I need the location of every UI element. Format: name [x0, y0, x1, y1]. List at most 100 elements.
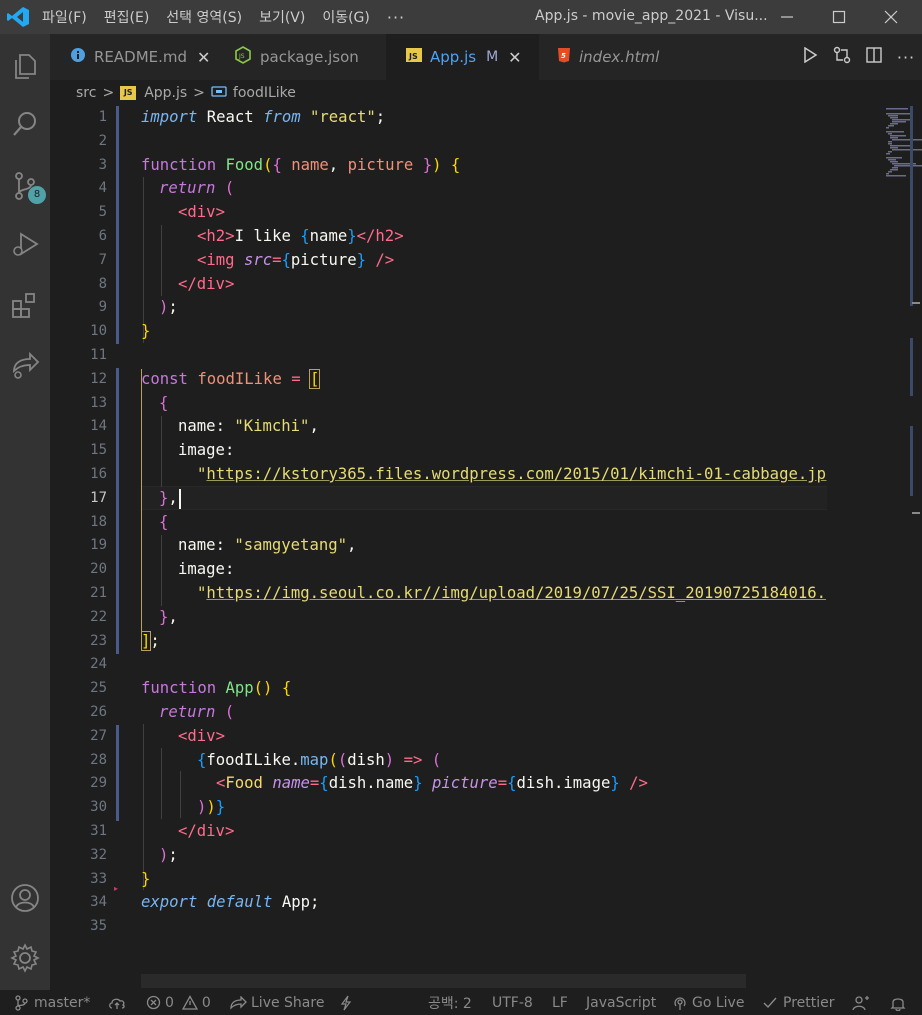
text-cursor	[179, 489, 181, 509]
deleted-lines-marker: ▸	[114, 884, 119, 893]
code-editor[interactable]: ▸ 1 2 3 4 5 6 7 8 9 10 11 12 13 14 15 16…	[50, 106, 922, 990]
bell-icon	[890, 997, 906, 1011]
code-line: ];	[141, 630, 160, 651]
search-button[interactable]	[0, 100, 50, 148]
tab-close-button[interactable]: ✕	[508, 48, 521, 67]
close-icon	[884, 10, 898, 24]
code-line: image:	[178, 560, 235, 579]
tab-readme[interactable]: README.md ✕	[50, 34, 216, 80]
git-modified-marker	[116, 106, 119, 344]
sync-button[interactable]	[108, 990, 126, 1015]
menu-bar: 파일(F) 편집(E) 선택 영역(S) 보기(V) 이동(G) ···	[42, 0, 422, 34]
eol-status[interactable]: LF	[552, 990, 568, 1015]
tab-app-js[interactable]: JS App.js M ✕	[386, 34, 539, 80]
more-actions-button[interactable]: ···	[890, 48, 922, 67]
line-number: 29	[90, 775, 107, 792]
code-line: function Food({ name, picture }) {	[141, 155, 461, 174]
menu-view[interactable]: 보기(V)	[259, 7, 305, 27]
extensions-button[interactable]	[0, 282, 50, 330]
line-number: 13	[90, 394, 107, 411]
source-control-button[interactable]	[0, 162, 50, 210]
nodejs-icon: JS	[234, 46, 252, 68]
play-icon	[804, 46, 818, 64]
close-window-button[interactable]	[868, 0, 914, 34]
notifications-button[interactable]	[890, 990, 906, 1015]
live-share-icon	[230, 995, 247, 1010]
activity-status[interactable]	[340, 990, 352, 1015]
accounts-button[interactable]	[0, 874, 50, 922]
code-line: function App() {	[141, 679, 292, 698]
git-modified-marker	[116, 368, 119, 654]
breadcrumb-folder[interactable]: src	[76, 85, 96, 101]
code-line: return (	[159, 703, 235, 721]
tab-package-json[interactable]: JS package.json	[216, 34, 386, 80]
live-share-button[interactable]	[0, 342, 50, 390]
line-number: 32	[90, 846, 107, 863]
variable-icon	[211, 84, 227, 102]
line-number: 1	[98, 109, 107, 125]
split-editor-button[interactable]	[858, 47, 890, 67]
vertical-scrollbar[interactable]	[908, 106, 922, 990]
error-count: 0	[165, 994, 174, 1011]
encoding-status[interactable]: UTF-8	[492, 990, 533, 1015]
live-share-status[interactable]: Live Share	[229, 990, 324, 1015]
menu-more-button[interactable]: ···	[387, 8, 405, 27]
code-line: <Food name={dish.name} picture={dish.ima…	[216, 774, 648, 793]
line-number: 34	[90, 894, 107, 911]
code-line: "https://kstory365.files.wordpress.com/2…	[197, 463, 827, 487]
search-icon	[13, 112, 36, 136]
code-line: },	[159, 607, 178, 626]
horizontal-scrollbar[interactable]	[141, 974, 746, 988]
menu-selection[interactable]: 선택 영역(S)	[166, 7, 242, 27]
minimize-button[interactable]	[764, 0, 810, 34]
line-number: 14	[90, 418, 107, 435]
feedback-button[interactable]	[852, 990, 870, 1015]
menu-go[interactable]: 이동(G)	[322, 7, 370, 27]
cloud-upload-icon	[109, 998, 125, 1009]
line-number-gutter: 1 2 3 4 5 6 7 8 9 10 11 12 13 14 15 16 1…	[50, 106, 112, 990]
line-number: 11	[90, 347, 107, 363]
maximize-button[interactable]	[816, 0, 862, 34]
line-number: 35	[90, 918, 107, 935]
problems-status[interactable]: 0 0	[146, 990, 211, 1015]
line-number: 27	[90, 727, 107, 744]
line-number: 5	[98, 204, 107, 221]
line-number: 12	[90, 370, 107, 387]
editor-tabs: README.md ✕ JS package.json JS App.js M …	[50, 34, 922, 80]
run-debug-button[interactable]	[0, 220, 50, 268]
title-bar: 파일(F) 편집(E) 선택 영역(S) 보기(V) 이동(G) ··· App…	[0, 0, 922, 34]
menu-edit[interactable]: 편집(E)	[104, 7, 150, 27]
menu-file[interactable]: 파일(F)	[42, 7, 87, 27]
code-line: },	[159, 488, 178, 507]
js-icon: JS	[120, 86, 137, 100]
code-text-area[interactable]: import React from "react"; function Food…	[141, 106, 827, 990]
broadcast-icon	[674, 996, 686, 1010]
breadcrumb-symbol[interactable]: foodILike	[233, 85, 296, 101]
code-line: {	[159, 393, 169, 412]
line-number-current: 17	[90, 489, 107, 506]
manage-button[interactable]	[0, 934, 50, 982]
branch-status[interactable]: master*	[14, 990, 90, 1015]
code-line: ))}	[197, 798, 226, 817]
tab-close-button[interactable]: ✕	[197, 48, 210, 67]
tab-index-html[interactable]: 5 index.html	[539, 34, 679, 80]
branch-name: master*	[34, 994, 91, 1011]
line-number: 6	[98, 228, 107, 244]
go-live-button[interactable]: Go Live	[672, 990, 744, 1015]
check-icon	[763, 997, 777, 1008]
line-number: 10	[90, 323, 107, 340]
language-mode-status[interactable]: JavaScript	[586, 990, 656, 1015]
run-button[interactable]	[794, 46, 826, 67]
url-link[interactable]: https://kstory365.files.wordpress.com/20…	[206, 465, 827, 483]
explorer-button[interactable]	[0, 42, 50, 90]
breadcrumb-file[interactable]: App.js	[144, 85, 187, 101]
line-number: 4	[98, 180, 107, 197]
compare-changes-button[interactable]	[826, 46, 858, 68]
url-link[interactable]: https://img.seoul.co.kr//img/upload/2019…	[206, 584, 827, 602]
indentation-status[interactable]: 공백: 2	[428, 990, 472, 1015]
warning-icon	[181, 995, 198, 1010]
gear-icon	[10, 943, 40, 973]
line-number: 19	[90, 537, 107, 554]
code-line: }	[141, 322, 151, 341]
prettier-status[interactable]: Prettier	[763, 990, 835, 1015]
